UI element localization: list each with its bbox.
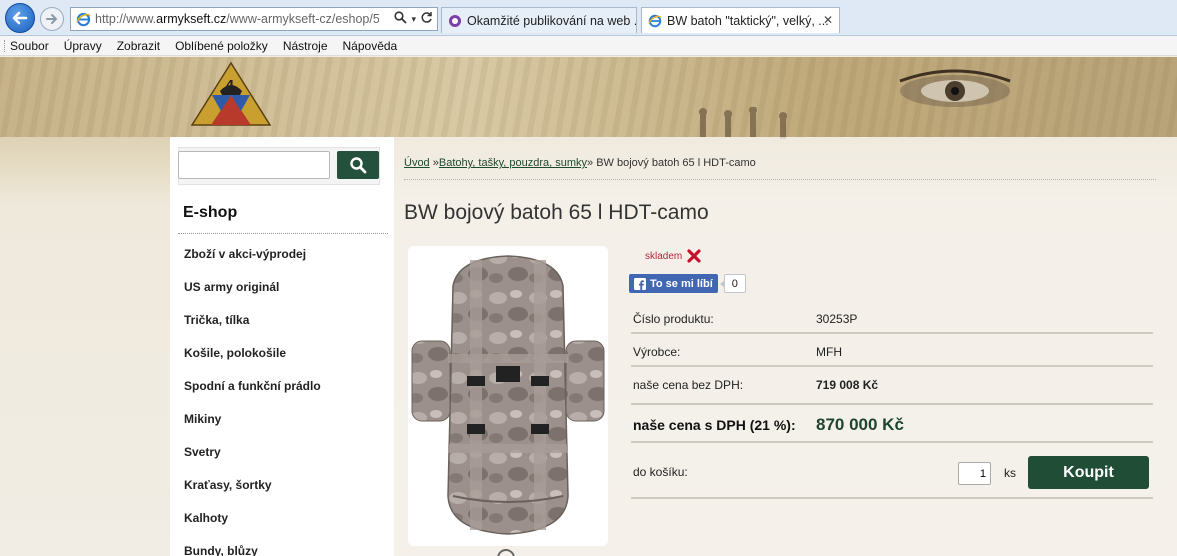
close-icon[interactable]: ✕ <box>823 13 833 27</box>
back-button[interactable] <box>5 3 35 33</box>
price-net-value: 719 008 Kč <box>816 378 879 392</box>
armored-division-logo-icon: 4 <box>190 61 272 126</box>
search-icon[interactable] <box>394 11 408 27</box>
backpack-image-icon <box>411 255 605 535</box>
add-to-cart-row: do košíku: ks Koupit <box>631 443 1153 499</box>
category-item[interactable]: Zboží v akci-výprodej <box>184 237 384 270</box>
eshop-heading: E-shop <box>183 204 238 221</box>
tab-publishing[interactable]: Okamžité publikování na web ... <box>441 7 637 33</box>
spec-label: Výrobce: <box>633 345 681 359</box>
availability-label: skladem <box>645 250 683 262</box>
quantity-input[interactable] <box>958 462 991 485</box>
facebook-like-label: To se mi líbí <box>650 277 713 290</box>
category-item[interactable]: Kalhoty <box>184 501 384 534</box>
product-specs: Číslo produktu: 30253P Výrobce: MFH naše… <box>631 301 1153 499</box>
search-button[interactable] <box>337 151 379 179</box>
facebook-like: To se mi líbí 0 <box>629 274 746 293</box>
facebook-icon <box>634 277 646 290</box>
arrow-right-icon <box>46 14 57 24</box>
quantity-unit: ks <box>1004 466 1016 480</box>
price-gross-value: 870 000 Kč <box>816 415 904 434</box>
facebook-like-button[interactable]: To se mi líbí <box>629 274 718 293</box>
breadcrumb: Úvod »Batohy, tašky, pouzdra, sumky» BW … <box>404 157 756 169</box>
spec-value: 30253P <box>816 312 858 326</box>
menu-file[interactable]: Soubor <box>10 39 49 53</box>
spec-label: naše cena bez DPH: <box>633 378 744 392</box>
tab-label: BW batoh "taktický", velký, ... <box>667 13 829 28</box>
menu-grip <box>4 40 6 52</box>
ie-favicon-icon <box>648 14 662 27</box>
dropdown-arrow-icon[interactable]: ▾ <box>411 14 416 25</box>
category-item[interactable]: US army originál <box>184 270 384 303</box>
category-item[interactable]: Kraťasy, šortky <box>184 468 384 501</box>
arrow-left-icon <box>12 11 28 25</box>
spec-label: do košíku: <box>633 465 688 479</box>
product-title: BW bojový batoh 65 l HDT-camo <box>404 201 709 224</box>
product-image[interactable] <box>408 246 608 546</box>
search-input[interactable] <box>178 151 330 179</box>
spec-row-code: Číslo produktu: 30253P <box>631 301 1153 334</box>
breadcrumb-separator: » <box>587 157 597 169</box>
category-item[interactable]: Svetry <box>184 435 384 468</box>
facebook-like-count: 0 <box>719 274 746 293</box>
sidebar: E-shop Zboží v akci-výprodej US army ori… <box>170 137 394 556</box>
menu-favorites[interactable]: Oblíbené položky <box>175 39 268 53</box>
menu-edit[interactable]: Úpravy <box>64 39 102 53</box>
address-bar[interactable]: http://www.armykseft.cz/www-armykseft-cz… <box>70 7 438 31</box>
divider <box>404 179 1156 180</box>
menu-bar: Soubor Úpravy Zobrazit Oblíbené položky … <box>0 36 1177 56</box>
eye-banner-image-icon <box>899 69 1011 107</box>
svg-text:4: 4 <box>226 78 234 92</box>
ie-favicon-icon <box>76 12 91 27</box>
buy-button[interactable]: Koupit <box>1028 456 1149 489</box>
cross-icon <box>687 249 701 263</box>
availability-status: skladem <box>645 249 701 263</box>
forward-button[interactable] <box>40 7 64 31</box>
product-detail: Úvod »Batohy, tašky, pouzdra, sumky» BW … <box>394 137 1177 556</box>
address-url: http://www.armykseft.cz/www-armykseft-cz… <box>95 12 379 26</box>
menu-help[interactable]: Nápověda <box>343 39 398 53</box>
tab-product[interactable]: BW batoh "taktický", velký, ... ✕ <box>641 7 840 33</box>
category-item[interactable]: Bundy, blůzy <box>184 534 384 556</box>
spec-row-manufacturer: Výrobce: MFH <box>631 334 1153 367</box>
web-page: 4 E-shop Zboží v akci-výprodej US army o… <box>0 57 1177 556</box>
spec-label: Číslo produktu: <box>633 312 714 326</box>
webnode-favicon-icon <box>449 14 461 27</box>
divider <box>178 233 388 234</box>
menu-tools[interactable]: Nástroje <box>283 39 328 53</box>
category-item[interactable]: Košile, polokošile <box>184 336 384 369</box>
breadcrumb-home-link[interactable]: Úvod <box>404 157 430 169</box>
menu-view[interactable]: Zobrazit <box>117 39 160 53</box>
category-item[interactable]: Spodní a funkční prádlo <box>184 369 384 402</box>
spec-row-price-net: naše cena bez DPH: 719 008 Kč <box>631 367 1153 405</box>
spec-label: naše cena s DPH (21 %): <box>633 417 796 433</box>
tab-label: Okamžité publikování na web ... <box>467 13 637 28</box>
image-zoom-icon[interactable] <box>497 549 515 556</box>
breadcrumb-separator: » <box>429 157 439 169</box>
category-item[interactable]: Mikiny <box>184 402 384 435</box>
spec-value: MFH <box>816 345 842 359</box>
category-item[interactable]: Trička, tílka <box>184 303 384 336</box>
spec-row-price-gross: naše cena s DPH (21 %): 870 000 Kč <box>631 405 1153 443</box>
breadcrumb-category-link[interactable]: Batohy, tašky, pouzdra, sumky <box>439 157 587 169</box>
category-list: Zboží v akci-výprodej US army originál T… <box>184 237 384 556</box>
browser-toolbar: http://www.armykseft.cz/www-armykseft-cz… <box>0 0 1177 36</box>
search-icon <box>350 157 367 174</box>
breadcrumb-current: BW bojový batoh 65 l HDT-camo <box>596 157 756 169</box>
refresh-icon[interactable] <box>420 11 433 27</box>
